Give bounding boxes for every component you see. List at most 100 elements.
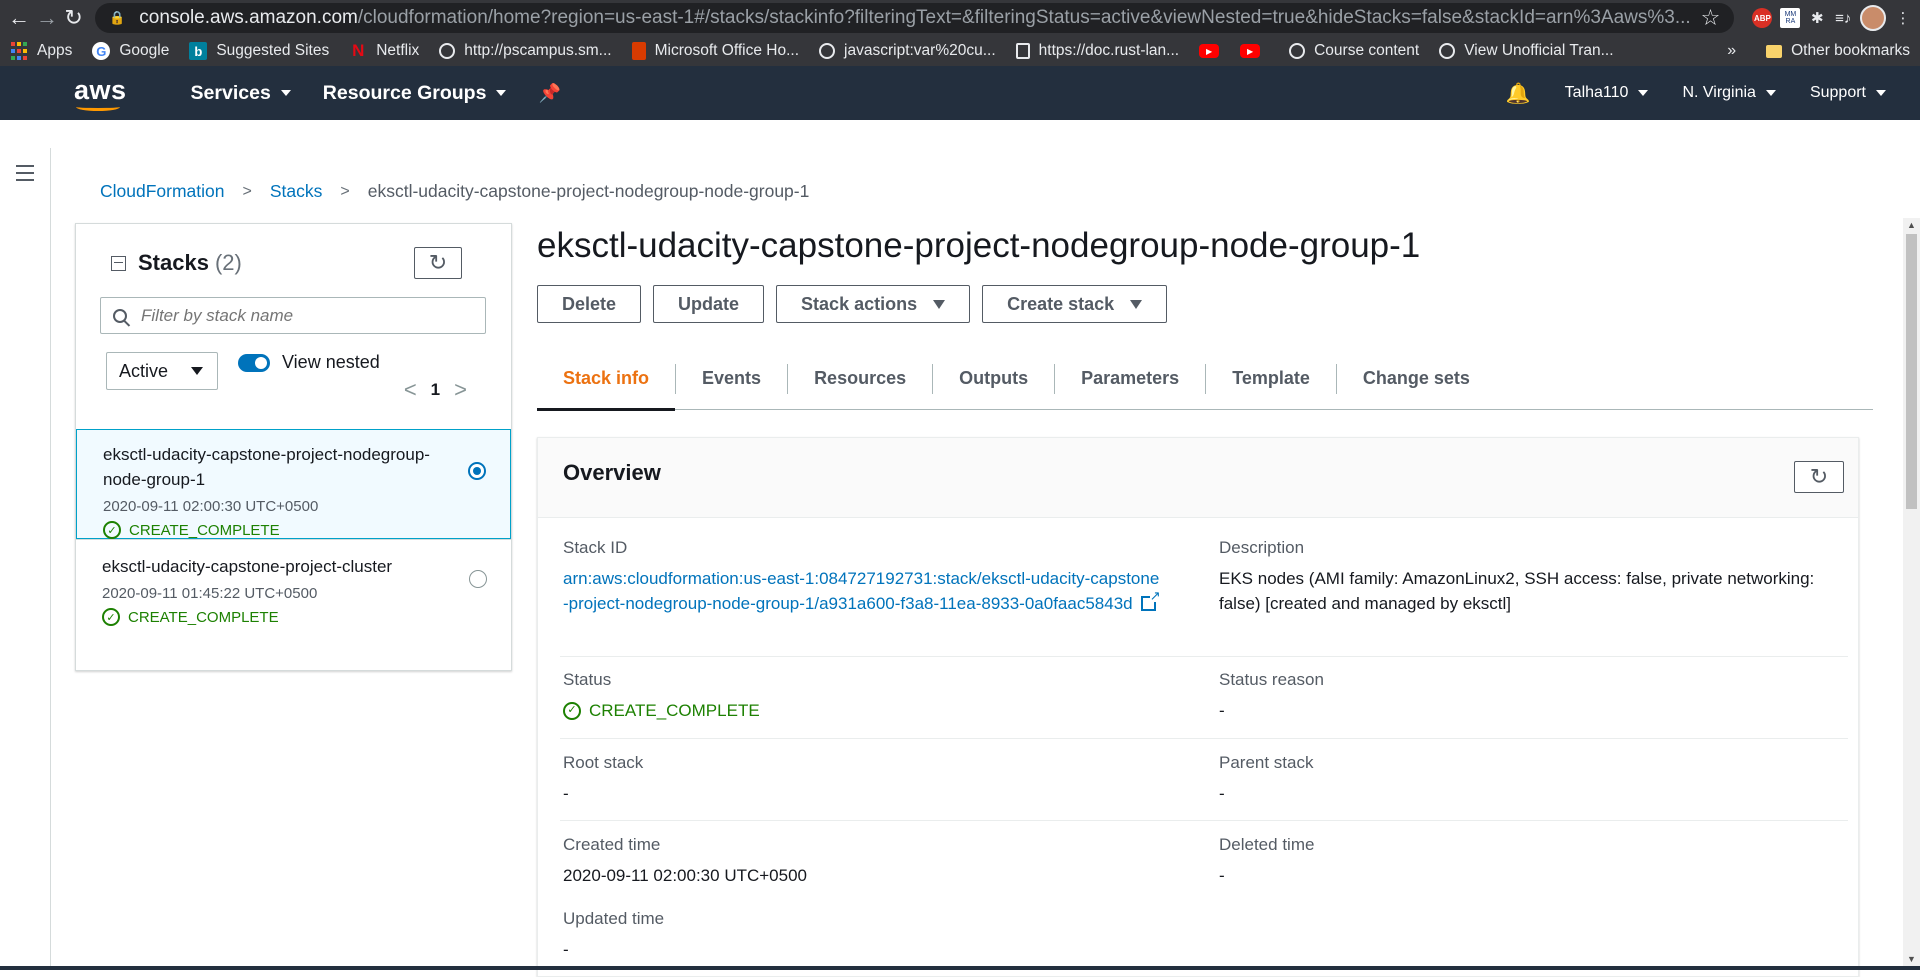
- refresh-icon: ↻: [429, 250, 447, 276]
- scroll-down-icon[interactable]: ▼: [1907, 954, 1916, 964]
- previous-page-icon[interactable]: <: [404, 377, 417, 403]
- status-value: ✓CREATE_COMPLETE: [563, 698, 760, 723]
- bookmark-youtube-2[interactable]: ▶: [1240, 44, 1269, 58]
- globe-icon: [819, 43, 835, 59]
- bookmark-unofficial-tran[interactable]: View Unofficial Tran...: [1439, 42, 1613, 60]
- bookmark-course-content[interactable]: Course content: [1289, 42, 1419, 60]
- globe-icon: [1439, 43, 1455, 59]
- stacks-panel-title: Stacks (2): [111, 250, 242, 276]
- extension-mmra-icon[interactable]: MMRA: [1780, 3, 1800, 33]
- bookmark-netflix[interactable]: N Netflix: [349, 42, 419, 60]
- youtube-icon: ▶: [1240, 44, 1260, 58]
- success-check-icon: ✓: [103, 521, 121, 539]
- current-page[interactable]: 1: [431, 380, 440, 400]
- stack-id-link[interactable]: arn:aws:cloudformation:us-east-1:0847271…: [563, 566, 1163, 616]
- globe-icon: [439, 43, 455, 59]
- bookmark-suggested-sites[interactable]: b Suggested Sites: [189, 42, 329, 60]
- stack-select-radio[interactable]: [469, 570, 487, 588]
- tab-resources[interactable]: Resources: [787, 364, 932, 394]
- folder-icon: [1766, 45, 1782, 58]
- refresh-stacks-button[interactable]: ↻: [414, 247, 462, 279]
- side-navigation-rail: [0, 148, 51, 966]
- region-menu[interactable]: N. Virginia: [1682, 84, 1776, 102]
- aws-logo[interactable]: aws: [74, 75, 127, 106]
- status-filter-select[interactable]: Active: [106, 352, 218, 390]
- stack-select-radio[interactable]: [468, 462, 486, 480]
- collapse-icon[interactable]: [111, 256, 126, 271]
- update-button[interactable]: Update: [653, 285, 764, 323]
- browser-chrome: ← → ↻ 🔒 console.aws.amazon.com /cloudfor…: [0, 0, 1920, 66]
- stack-list-item[interactable]: eksctl-udacity-capstone-project-cluster …: [76, 539, 511, 629]
- updated-time-field: Updated time -: [563, 909, 664, 962]
- bookmark-google[interactable]: G Google: [92, 42, 169, 60]
- scroll-up-icon[interactable]: ▲: [1907, 220, 1916, 230]
- stack-id-field: Stack ID arn:aws:cloudformation:us-east-…: [563, 538, 1163, 616]
- create-stack-dropdown[interactable]: Create stack: [982, 285, 1167, 323]
- media-control-icon[interactable]: ≡♪: [1834, 3, 1852, 33]
- stack-actions-dropdown[interactable]: Stack actions: [776, 285, 970, 323]
- stacks-pagination: < 1 >: [390, 377, 481, 403]
- stack-list-item[interactable]: eksctl-udacity-capstone-project-nodegrou…: [76, 429, 511, 539]
- address-bar[interactable]: 🔒 console.aws.amazon.com /cloudformation…: [95, 3, 1734, 33]
- bookmark-pscampus[interactable]: http://pscampus.sm...: [439, 42, 611, 60]
- bookmark-apps[interactable]: Apps: [10, 42, 72, 60]
- notifications-bell-icon[interactable]: 🔔: [1506, 81, 1531, 106]
- tab-change-sets[interactable]: Change sets: [1336, 364, 1496, 394]
- filter-stacks-field[interactable]: [100, 297, 486, 334]
- account-menu[interactable]: Talha110: [1565, 84, 1649, 102]
- filter-stacks-input[interactable]: [141, 306, 471, 326]
- other-bookmarks[interactable]: Other bookmarks: [1766, 42, 1910, 60]
- next-page-icon[interactable]: >: [454, 377, 467, 403]
- breadcrumb-current: eksctl-udacity-capstone-project-nodegrou…: [368, 181, 810, 202]
- page-scrollbar[interactable]: ▲ ▼: [1903, 218, 1920, 966]
- support-menu[interactable]: Support: [1810, 84, 1886, 102]
- tab-template[interactable]: Template: [1205, 364, 1336, 394]
- office-icon: [632, 42, 646, 60]
- stack-actions-toolbar: Delete Update Stack actions Create stack: [537, 285, 1179, 323]
- url-path: /cloudformation/home?region=us-east-1#/s…: [358, 7, 1691, 29]
- chevron-down-icon: [1766, 90, 1776, 96]
- chevron-down-icon: [281, 90, 291, 96]
- toggle-switch[interactable]: [238, 354, 270, 372]
- forward-icon[interactable]: →: [36, 2, 58, 34]
- chevron-down-icon: [496, 90, 506, 96]
- scrollbar-thumb[interactable]: [1906, 234, 1917, 509]
- bottom-strip: [0, 966, 1920, 970]
- refresh-overview-button[interactable]: ↻: [1794, 461, 1844, 493]
- view-nested-toggle[interactable]: View nested: [238, 352, 380, 373]
- stacks-panel: Stacks (2) ↻ Active View nested < 1 > ek…: [75, 223, 512, 671]
- deleted-time-field: Deleted time -: [1219, 835, 1314, 888]
- bookmark-youtube-1[interactable]: ▶: [1199, 44, 1228, 58]
- browser-menu-icon[interactable]: ⋮: [1894, 3, 1912, 33]
- extension-adblock-icon[interactable]: ABP: [1752, 3, 1772, 33]
- success-check-icon: ✓: [102, 608, 120, 626]
- services-menu[interactable]: Services: [191, 82, 291, 105]
- aws-top-nav: aws Services Resource Groups 📌 🔔 Talha11…: [0, 66, 1920, 120]
- bookmark-rust-doc[interactable]: https://doc.rust-lan...: [1016, 42, 1179, 60]
- profile-avatar-icon[interactable]: [1860, 3, 1886, 33]
- more-bookmarks-chevron-icon[interactable]: »: [1727, 42, 1736, 60]
- tab-outputs[interactable]: Outputs: [932, 364, 1054, 394]
- breadcrumb-cloudformation[interactable]: CloudFormation: [100, 181, 225, 202]
- tab-parameters[interactable]: Parameters: [1054, 364, 1205, 394]
- caret-down-icon: [1130, 300, 1142, 309]
- caret-down-icon: [933, 300, 945, 309]
- bookmark-javascript[interactable]: javascript:var%20cu...: [819, 42, 996, 60]
- back-icon[interactable]: ←: [8, 2, 30, 34]
- bookmark-star-icon[interactable]: ☆: [1701, 5, 1721, 31]
- delete-button[interactable]: Delete: [537, 285, 641, 323]
- url-host: console.aws.amazon.com: [139, 7, 358, 29]
- resource-groups-menu[interactable]: Resource Groups: [323, 82, 507, 105]
- reload-icon[interactable]: ↻: [64, 2, 83, 34]
- tab-stack-info[interactable]: Stack info: [537, 364, 675, 394]
- pin-icon[interactable]: 📌: [538, 83, 560, 104]
- tab-events[interactable]: Events: [675, 364, 787, 394]
- breadcrumb-stacks[interactable]: Stacks: [270, 181, 323, 202]
- bing-icon: b: [189, 42, 207, 60]
- hamburger-menu-icon[interactable]: [16, 165, 34, 186]
- status-reason-field: Status reason -: [1219, 670, 1324, 723]
- stack-created-time: 2020-09-11 01:45:22 UTC+0500: [102, 585, 491, 602]
- extensions-puzzle-icon[interactable]: ✱: [1808, 3, 1826, 33]
- bookmark-office[interactable]: Microsoft Office Ho...: [632, 42, 799, 60]
- chevron-right-icon: >: [243, 183, 252, 201]
